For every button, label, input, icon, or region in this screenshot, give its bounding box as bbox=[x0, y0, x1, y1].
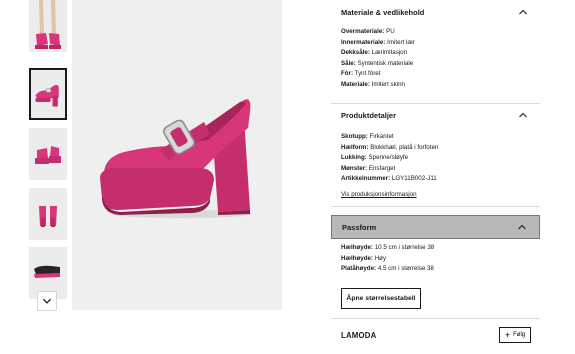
kv-row: Innermateriale: Imitert lær bbox=[341, 38, 415, 46]
kv-row: Dekksåle: Lærimitasjon bbox=[341, 49, 408, 57]
kv-row: Hælhøyde: 10.5 cm i størrelse 38 bbox=[341, 244, 435, 251]
divider bbox=[331, 318, 540, 319]
thumbnail-3[interactable] bbox=[29, 128, 67, 180]
follow-label: Følg bbox=[513, 332, 526, 338]
kv-row: Såle: Syntentisk materiale bbox=[341, 59, 414, 67]
thumbnail-4[interactable] bbox=[29, 188, 67, 240]
divider bbox=[331, 206, 540, 207]
thumbnail-1[interactable] bbox=[29, 0, 67, 52]
product-image[interactable] bbox=[72, 0, 282, 310]
size-chart-button[interactable]: Åpne størrelsestabell bbox=[341, 288, 421, 309]
fit-list: Hælhøyde: 10.5 cm i størrelse 38 Hælhøyd… bbox=[341, 243, 434, 275]
section-title: Produktdetaljer bbox=[341, 110, 397, 120]
chevron-up-icon bbox=[519, 9, 527, 15]
section-header-fit[interactable]: Passform bbox=[331, 215, 540, 239]
kv-row: Hælhøyde: Høy bbox=[341, 254, 387, 262]
kv-row: Fôr: Tynt fôret bbox=[341, 70, 381, 78]
material-list: Overmateriale: PU Innermateriale: Imiter… bbox=[341, 27, 415, 91]
section-title: Materiale & vedlikehold bbox=[341, 7, 425, 17]
production-info-link[interactable]: Vis produksjonsinformasjon bbox=[341, 191, 417, 198]
kv-row: Materiale: Imitert skinn bbox=[341, 80, 405, 88]
kv-row: Overmateriale: PU bbox=[341, 28, 395, 35]
kv-row: Hælform: Blokkhæl, platå i forfoten bbox=[341, 143, 439, 151]
kv-row: Artikkelnummer: LGY11B002-J11 bbox=[341, 175, 437, 183]
kv-row: Skotupp: Firkantet bbox=[341, 133, 394, 140]
thumbnail-2[interactable] bbox=[29, 68, 67, 120]
section-title: Passform bbox=[342, 222, 377, 232]
plus-icon: + bbox=[504, 329, 511, 340]
chevron-down-icon[interactable] bbox=[37, 291, 57, 311]
kv-row: Lukking: Spenne/sløyfe bbox=[341, 154, 409, 162]
chevron-up-icon bbox=[518, 224, 526, 230]
section-header-material[interactable]: Materiale & vedlikehold bbox=[331, 0, 540, 24]
follow-button[interactable]: + Følg bbox=[499, 327, 531, 343]
kv-row: Mønster: Ensfarget bbox=[341, 164, 396, 172]
details-list: Skotupp: Firkantet Hælform: Blokkhæl, pl… bbox=[341, 132, 438, 185]
kv-row: Platåhøyde: 4.5 cm i størrelse 38 bbox=[341, 265, 434, 273]
brand-name[interactable]: LAMODA bbox=[341, 331, 376, 340]
section-header-details[interactable]: Produktdetaljer bbox=[331, 103, 540, 127]
chevron-up-icon bbox=[519, 112, 527, 118]
